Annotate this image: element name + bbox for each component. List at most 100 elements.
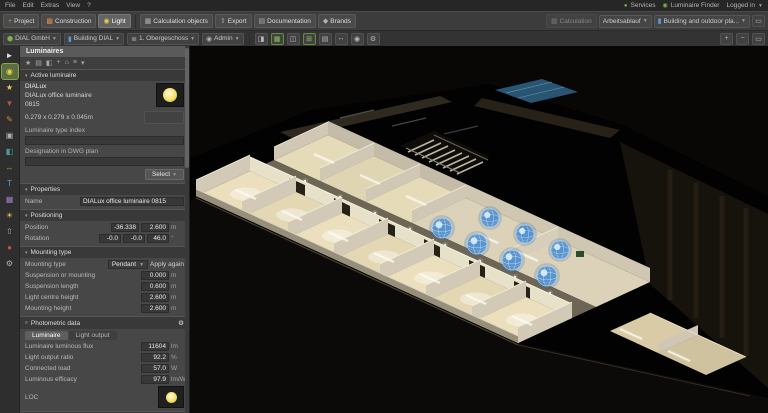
tab-construction[interactable]: ▩ Construction xyxy=(41,14,97,28)
mounting-type-select[interactable]: Pendant ▼ xyxy=(107,260,149,270)
layers-icon[interactable]: ▤ xyxy=(318,32,332,45)
floor-dropdown[interactable]: ≣ 1. Obergeschoss ▼ xyxy=(127,32,200,45)
field-label: Suspension length xyxy=(25,283,79,291)
section-photometric-data[interactable]: ≡ Photometric data ⚙ xyxy=(20,316,189,330)
field-label: Light centre height xyxy=(25,294,79,302)
type-index-input[interactable] xyxy=(25,136,184,146)
construction-icon: ▩ xyxy=(46,18,53,25)
tab-calculation-objects[interactable]: ▦ Calculation objects xyxy=(139,14,213,28)
menu-file[interactable]: File xyxy=(5,2,15,9)
select-tool-icon[interactable]: ► xyxy=(2,48,18,63)
apply-again-button[interactable]: Apply again xyxy=(150,261,184,268)
light-icon: ◉ xyxy=(103,18,110,25)
view-split-icon[interactable]: ◫ xyxy=(286,32,300,45)
home-icon[interactable]: ⌂ xyxy=(65,59,69,67)
history-icon[interactable]: ◧ xyxy=(46,59,53,67)
rotation-y-input[interactable]: -0.0 xyxy=(123,234,145,244)
tab-documentation[interactable]: ▤ Documentation xyxy=(253,14,316,28)
3d-viewport[interactable] xyxy=(190,46,768,413)
zoom-in-icon[interactable]: + xyxy=(720,32,733,45)
menu-help[interactable]: ? xyxy=(87,2,91,9)
tab-luminaire-data[interactable]: Luminaire xyxy=(25,331,68,341)
view-plan-icon[interactable]: ▦ xyxy=(270,32,284,45)
section-properties[interactable]: ▾ Properties xyxy=(20,183,189,196)
section-active-luminaire[interactable]: ▾ Active luminaire xyxy=(20,69,189,81)
building-icon: ▮ xyxy=(67,35,72,43)
list-icon[interactable]: ≡ xyxy=(73,59,77,67)
profile-dropdown[interactable]: ◉ Admin ▼ xyxy=(202,32,244,45)
catalog-icon[interactable]: ▤ xyxy=(35,59,42,67)
unit-label: m xyxy=(171,305,177,313)
building-dropdown[interactable]: ▮ Building DIAL ▼ xyxy=(63,32,125,45)
marker-tool-icon[interactable]: ● xyxy=(2,240,18,255)
suspension-length-input[interactable]: 0.600 xyxy=(141,282,169,292)
field-label: Luminous efficacy xyxy=(25,376,77,384)
field-label: Luminaire luminous flux xyxy=(25,343,94,351)
display-settings-icon[interactable]: ▭ xyxy=(752,15,765,27)
grid-icon[interactable]: ⊞ xyxy=(302,32,316,45)
measure-tool-icon[interactable]: ↔ xyxy=(2,160,18,175)
add-icon[interactable]: + xyxy=(57,59,61,67)
collapse-icon: ▾ xyxy=(25,249,28,256)
mounting-type-label: Mounting type xyxy=(25,261,66,269)
furniture-tool-icon[interactable]: ▣ xyxy=(2,128,18,143)
screenshot-icon[interactable]: ▭ xyxy=(752,32,765,45)
more-icon[interactable]: ▾ xyxy=(81,59,85,67)
tab-light[interactable]: ◉ Light xyxy=(98,14,131,28)
lamp-tool-icon[interactable]: ★ xyxy=(2,80,18,95)
favorites-icon[interactable]: ★ xyxy=(25,59,31,67)
select-button[interactable]: Select ▼ xyxy=(144,169,184,181)
paint-tool-icon[interactable]: ✎ xyxy=(2,112,18,127)
scope-dropdown[interactable]: ▮ Building and outdoor pla... ▼ xyxy=(653,14,750,28)
panel-title: Luminaires xyxy=(20,46,189,57)
mode-toolbar: + Project ▩ Construction ◉ Light ▦ Calculati… xyxy=(0,11,768,30)
suspension-mounting-input[interactable]: 0.000 xyxy=(141,271,169,281)
chevron-down-icon: ▼ xyxy=(642,18,648,24)
position-z-input[interactable]: 2.600 xyxy=(141,223,169,233)
name-input[interactable]: DIALux office luminaire 0815 xyxy=(80,197,184,207)
calc-surface-tool-icon[interactable]: ▦ xyxy=(2,192,18,207)
settings-tool-icon[interactable]: ⚙ xyxy=(2,256,18,271)
view-3d-icon[interactable]: ◨ xyxy=(254,32,268,45)
rotation-z-input[interactable]: 46.0 xyxy=(147,234,169,244)
wrench-icon[interactable]: ⚙ xyxy=(178,319,184,327)
unit-label: m xyxy=(171,294,177,302)
luminaire-finder-icon: ◉ xyxy=(662,3,668,9)
site-dropdown[interactable]: ⬢ DIAL GmbH ▼ xyxy=(3,32,61,45)
tab-light-output[interactable]: Light output xyxy=(68,331,117,341)
panel-scrollbar[interactable] xyxy=(185,46,189,413)
site-icon: ⬢ xyxy=(7,35,14,43)
scrollbar-thumb[interactable] xyxy=(185,48,189,168)
tab-project[interactable]: + Project xyxy=(3,14,40,28)
luminaire-tool-icon[interactable]: ◉ xyxy=(0,63,19,80)
dwg-input[interactable] xyxy=(25,157,184,167)
loc-diagram[interactable] xyxy=(158,386,184,409)
export-tool-icon[interactable]: ⇧ xyxy=(2,224,18,239)
tab-brands[interactable]: ◆ Brands xyxy=(317,14,356,28)
luminaire-finder-link[interactable]: ◉ Luminaire Finder xyxy=(662,2,719,9)
scene-tool-icon[interactable]: ◧ xyxy=(2,144,18,159)
logged-in-menu[interactable]: Logged in ▼ xyxy=(726,2,763,9)
tab-export[interactable]: ⇧ Export xyxy=(214,14,252,28)
services-link[interactable]: ● Services xyxy=(624,2,656,9)
menu-view[interactable]: View xyxy=(66,2,80,9)
menu-extras[interactable]: Extras xyxy=(41,2,59,9)
workflow-dropdown[interactable]: Arbeitsablauf ▼ xyxy=(598,14,652,28)
section-mounting-type[interactable]: ▾ Mounting type xyxy=(20,246,189,259)
measure-icon[interactable]: ↔ xyxy=(334,32,348,45)
filter-tool-icon[interactable]: ▼ xyxy=(2,96,18,111)
dialux-window: File Edit Extras View ? ● Services ◉ Lumin… xyxy=(0,0,768,413)
daylight-tool-icon[interactable]: ☀ xyxy=(2,208,18,223)
position-x-input[interactable]: -36.338 xyxy=(110,223,139,233)
camera-icon[interactable]: ◉ xyxy=(350,32,364,45)
view-settings-icon[interactable]: ⚙ xyxy=(366,32,380,45)
text-tool-icon[interactable]: T xyxy=(2,176,18,191)
rotation-x-input[interactable]: -0.0 xyxy=(99,234,121,244)
light-centre-height-input[interactable]: 2.600 xyxy=(141,293,169,303)
tool-strip: ► ◉ ★ ▼ ✎ ▣ ◧ ↔ T ▦ ☀ ⇧ ● ⚙ xyxy=(0,46,20,413)
zoom-out-icon[interactable]: − xyxy=(736,32,749,45)
mounting-height-input[interactable]: 2.600 xyxy=(141,304,169,314)
menu-edit[interactable]: Edit xyxy=(22,2,33,9)
section-positioning[interactable]: ▾ Positioning xyxy=(20,209,189,222)
tab-calculation: ▦ Calculation xyxy=(545,14,597,28)
